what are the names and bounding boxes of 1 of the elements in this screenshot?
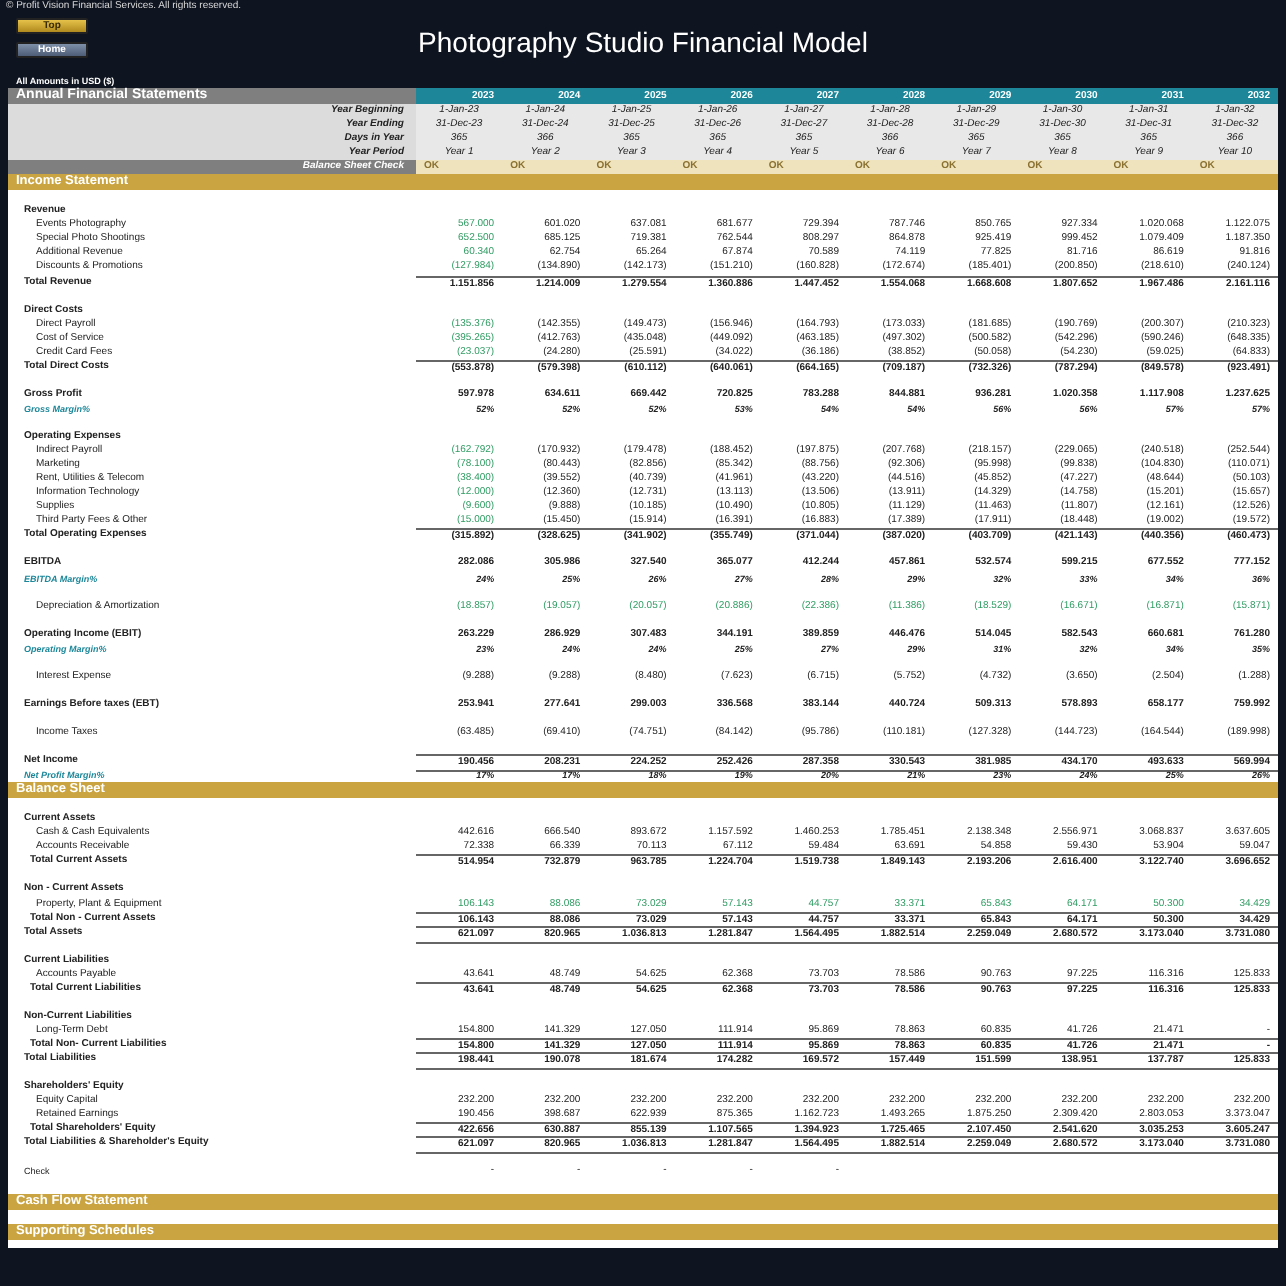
model-title: Photography Studio Financial Model [418,26,868,58]
